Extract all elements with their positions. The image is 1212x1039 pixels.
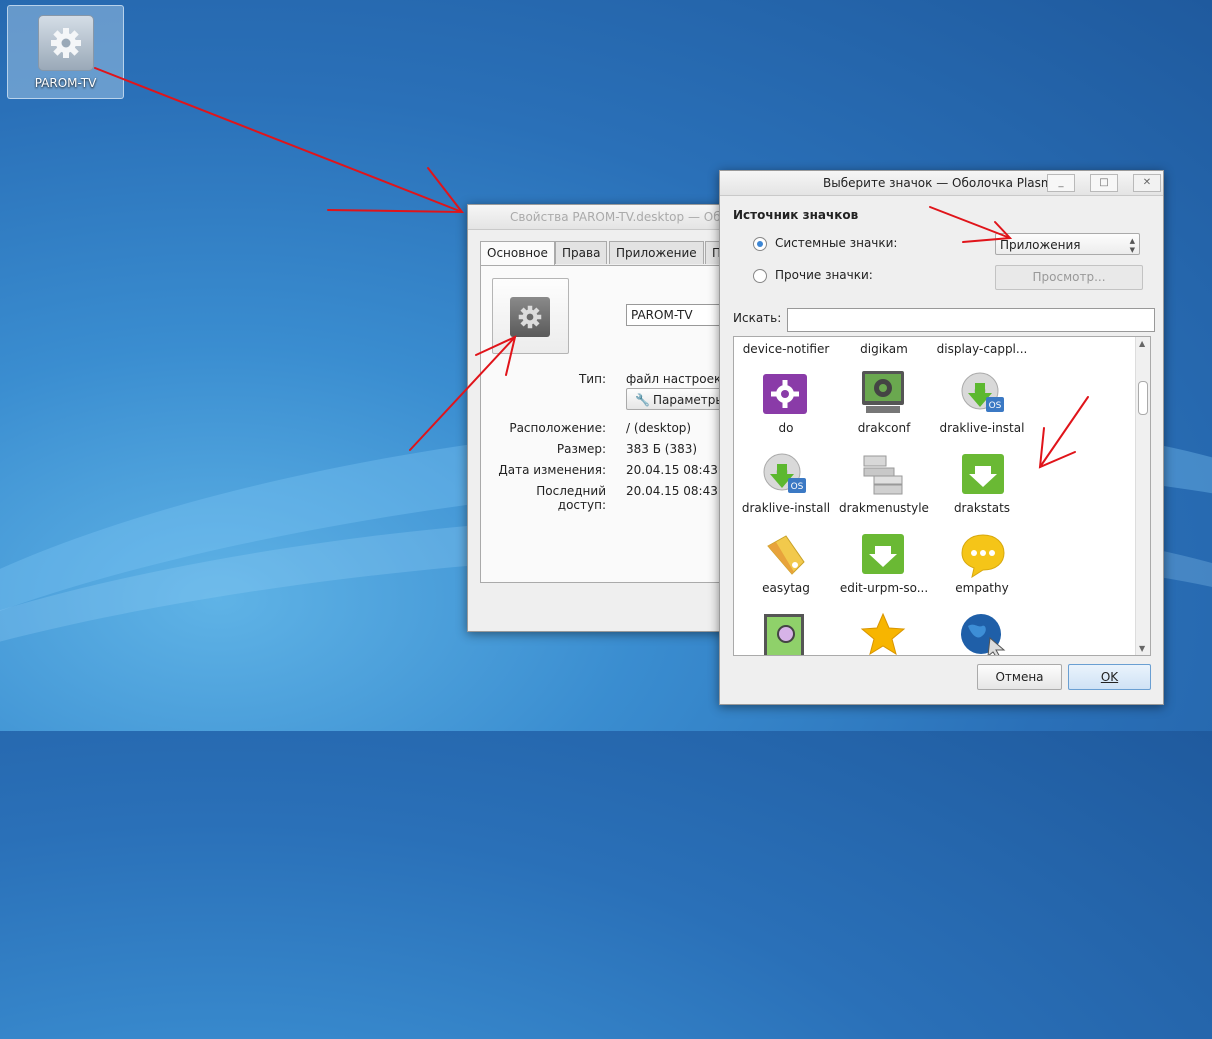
other-icons-label: Прочие значки: — [775, 268, 873, 282]
updown-arrow-icon: ▲ ▼ — [1129, 237, 1135, 254]
icon-item-label[interactable]: draklive-install — [737, 501, 835, 515]
system-icons-radio[interactable] — [753, 237, 767, 251]
draklive-instal-icon[interactable]: OS — [960, 371, 1006, 417]
icon-item-label[interactable]: device-notifier — [737, 342, 835, 356]
icon-chooser-window: Выберите значок — Оболочка Plasma _ □ ✕ … — [719, 170, 1164, 705]
close-icon[interactable]: ✕ — [1133, 174, 1161, 192]
star-icon[interactable] — [860, 612, 906, 656]
accessed-value: 20.04.15 08:43 — [626, 484, 718, 498]
do-gear-icon[interactable] — [762, 373, 808, 419]
wrench-icon: 🔧 — [635, 393, 650, 407]
easytag-pencil-icon[interactable] — [762, 532, 808, 578]
drakstats-icon[interactable] — [960, 452, 1006, 498]
icon-grid[interactable]: device-notifier digikam display-cappl...… — [733, 336, 1151, 656]
location-label: Расположение: — [509, 421, 606, 435]
icon-item-label[interactable]: edit-urpm-so... — [835, 581, 933, 595]
scroll-thumb[interactable] — [1138, 381, 1148, 415]
parameters-button-label: Параметры — [653, 393, 725, 407]
general-panel: PAROM-TV Тип: файл настроек р 🔧 Параметр… — [480, 265, 752, 583]
icon-grid-scrollbar[interactable]: ▲ ▼ — [1135, 337, 1150, 655]
icon-item-label[interactable]: digikam — [835, 342, 933, 356]
window-title: Свойства PAROM-TV.desktop — Обо — [468, 205, 724, 230]
search-label: Искать: — [733, 311, 782, 325]
search-input[interactable] — [787, 308, 1155, 332]
empathy-speech-icon[interactable] — [960, 532, 1006, 578]
ok-button[interactable]: OK — [1068, 664, 1151, 690]
properties-window: Свойства PAROM-TV.desktop — Обо Основное… — [467, 204, 752, 632]
arrow-head — [327, 167, 465, 214]
maximize-icon[interactable]: □ — [1090, 174, 1118, 192]
icon-item-label[interactable]: do — [737, 421, 835, 435]
image-viewer-icon[interactable] — [762, 612, 808, 656]
tab-application[interactable]: Приложение — [609, 241, 704, 264]
svg-text:OS: OS — [791, 482, 804, 492]
edit-urpm-sources-icon[interactable] — [860, 532, 906, 578]
drakconf-icon[interactable] — [860, 369, 906, 415]
type-label: Тип: — [578, 372, 606, 386]
icon-item-label[interactable]: empathy — [933, 581, 1031, 595]
location-value: / (desktop) — [626, 421, 692, 435]
desktop-icon-label: PAROM-TV — [34, 76, 97, 90]
icon-source-title: Источник значков — [733, 208, 859, 222]
icon-category-value: Приложения — [1000, 238, 1081, 252]
tab-permissions[interactable]: Права — [555, 241, 608, 264]
globe-icon[interactable] — [960, 612, 1006, 656]
icon-item-label[interactable]: display-cappl... — [933, 342, 1031, 356]
icon-item-label[interactable]: drakstats — [933, 501, 1031, 515]
gear-icon — [510, 297, 550, 337]
scroll-up-icon[interactable]: ▲ — [1139, 339, 1145, 348]
accessed-label: Последний доступ: — [536, 484, 606, 512]
scroll-down-icon[interactable]: ▼ — [1139, 644, 1145, 653]
system-icons-label: Системные значки: — [775, 236, 898, 250]
gear-icon — [38, 15, 94, 71]
modified-label: Дата изменения: — [498, 463, 606, 477]
icon-category-select[interactable]: Приложения ▲ ▼ — [995, 233, 1140, 255]
cancel-button[interactable]: Отмена — [977, 664, 1062, 690]
type-value: файл настроек р — [626, 372, 733, 386]
other-icons-radio[interactable] — [753, 269, 767, 283]
desktop-icon-parom-tv[interactable]: PAROM-TV — [7, 5, 124, 99]
tab-general[interactable]: Основное — [480, 241, 555, 266]
icon-item-label[interactable]: draklive-instal — [933, 421, 1031, 435]
modified-value: 20.04.15 08:43 — [626, 463, 718, 477]
icon-item-label[interactable]: easytag — [737, 581, 835, 595]
svg-text:OS: OS — [989, 401, 1002, 411]
minimize-icon[interactable]: _ — [1047, 174, 1075, 192]
icon-item-label[interactable]: drakmenustyle — [835, 501, 933, 515]
icon-item-label[interactable]: drakconf — [835, 421, 933, 435]
browse-button: Просмотр... — [995, 265, 1143, 290]
change-icon-button[interactable] — [492, 278, 569, 354]
draklive-install-icon[interactable]: OS — [762, 452, 808, 498]
arrow-line — [94, 67, 463, 213]
size-value: 383 Б (383) — [626, 442, 698, 456]
size-label: Размер: — [556, 442, 606, 456]
drakmenustyle-icon[interactable] — [860, 452, 906, 498]
